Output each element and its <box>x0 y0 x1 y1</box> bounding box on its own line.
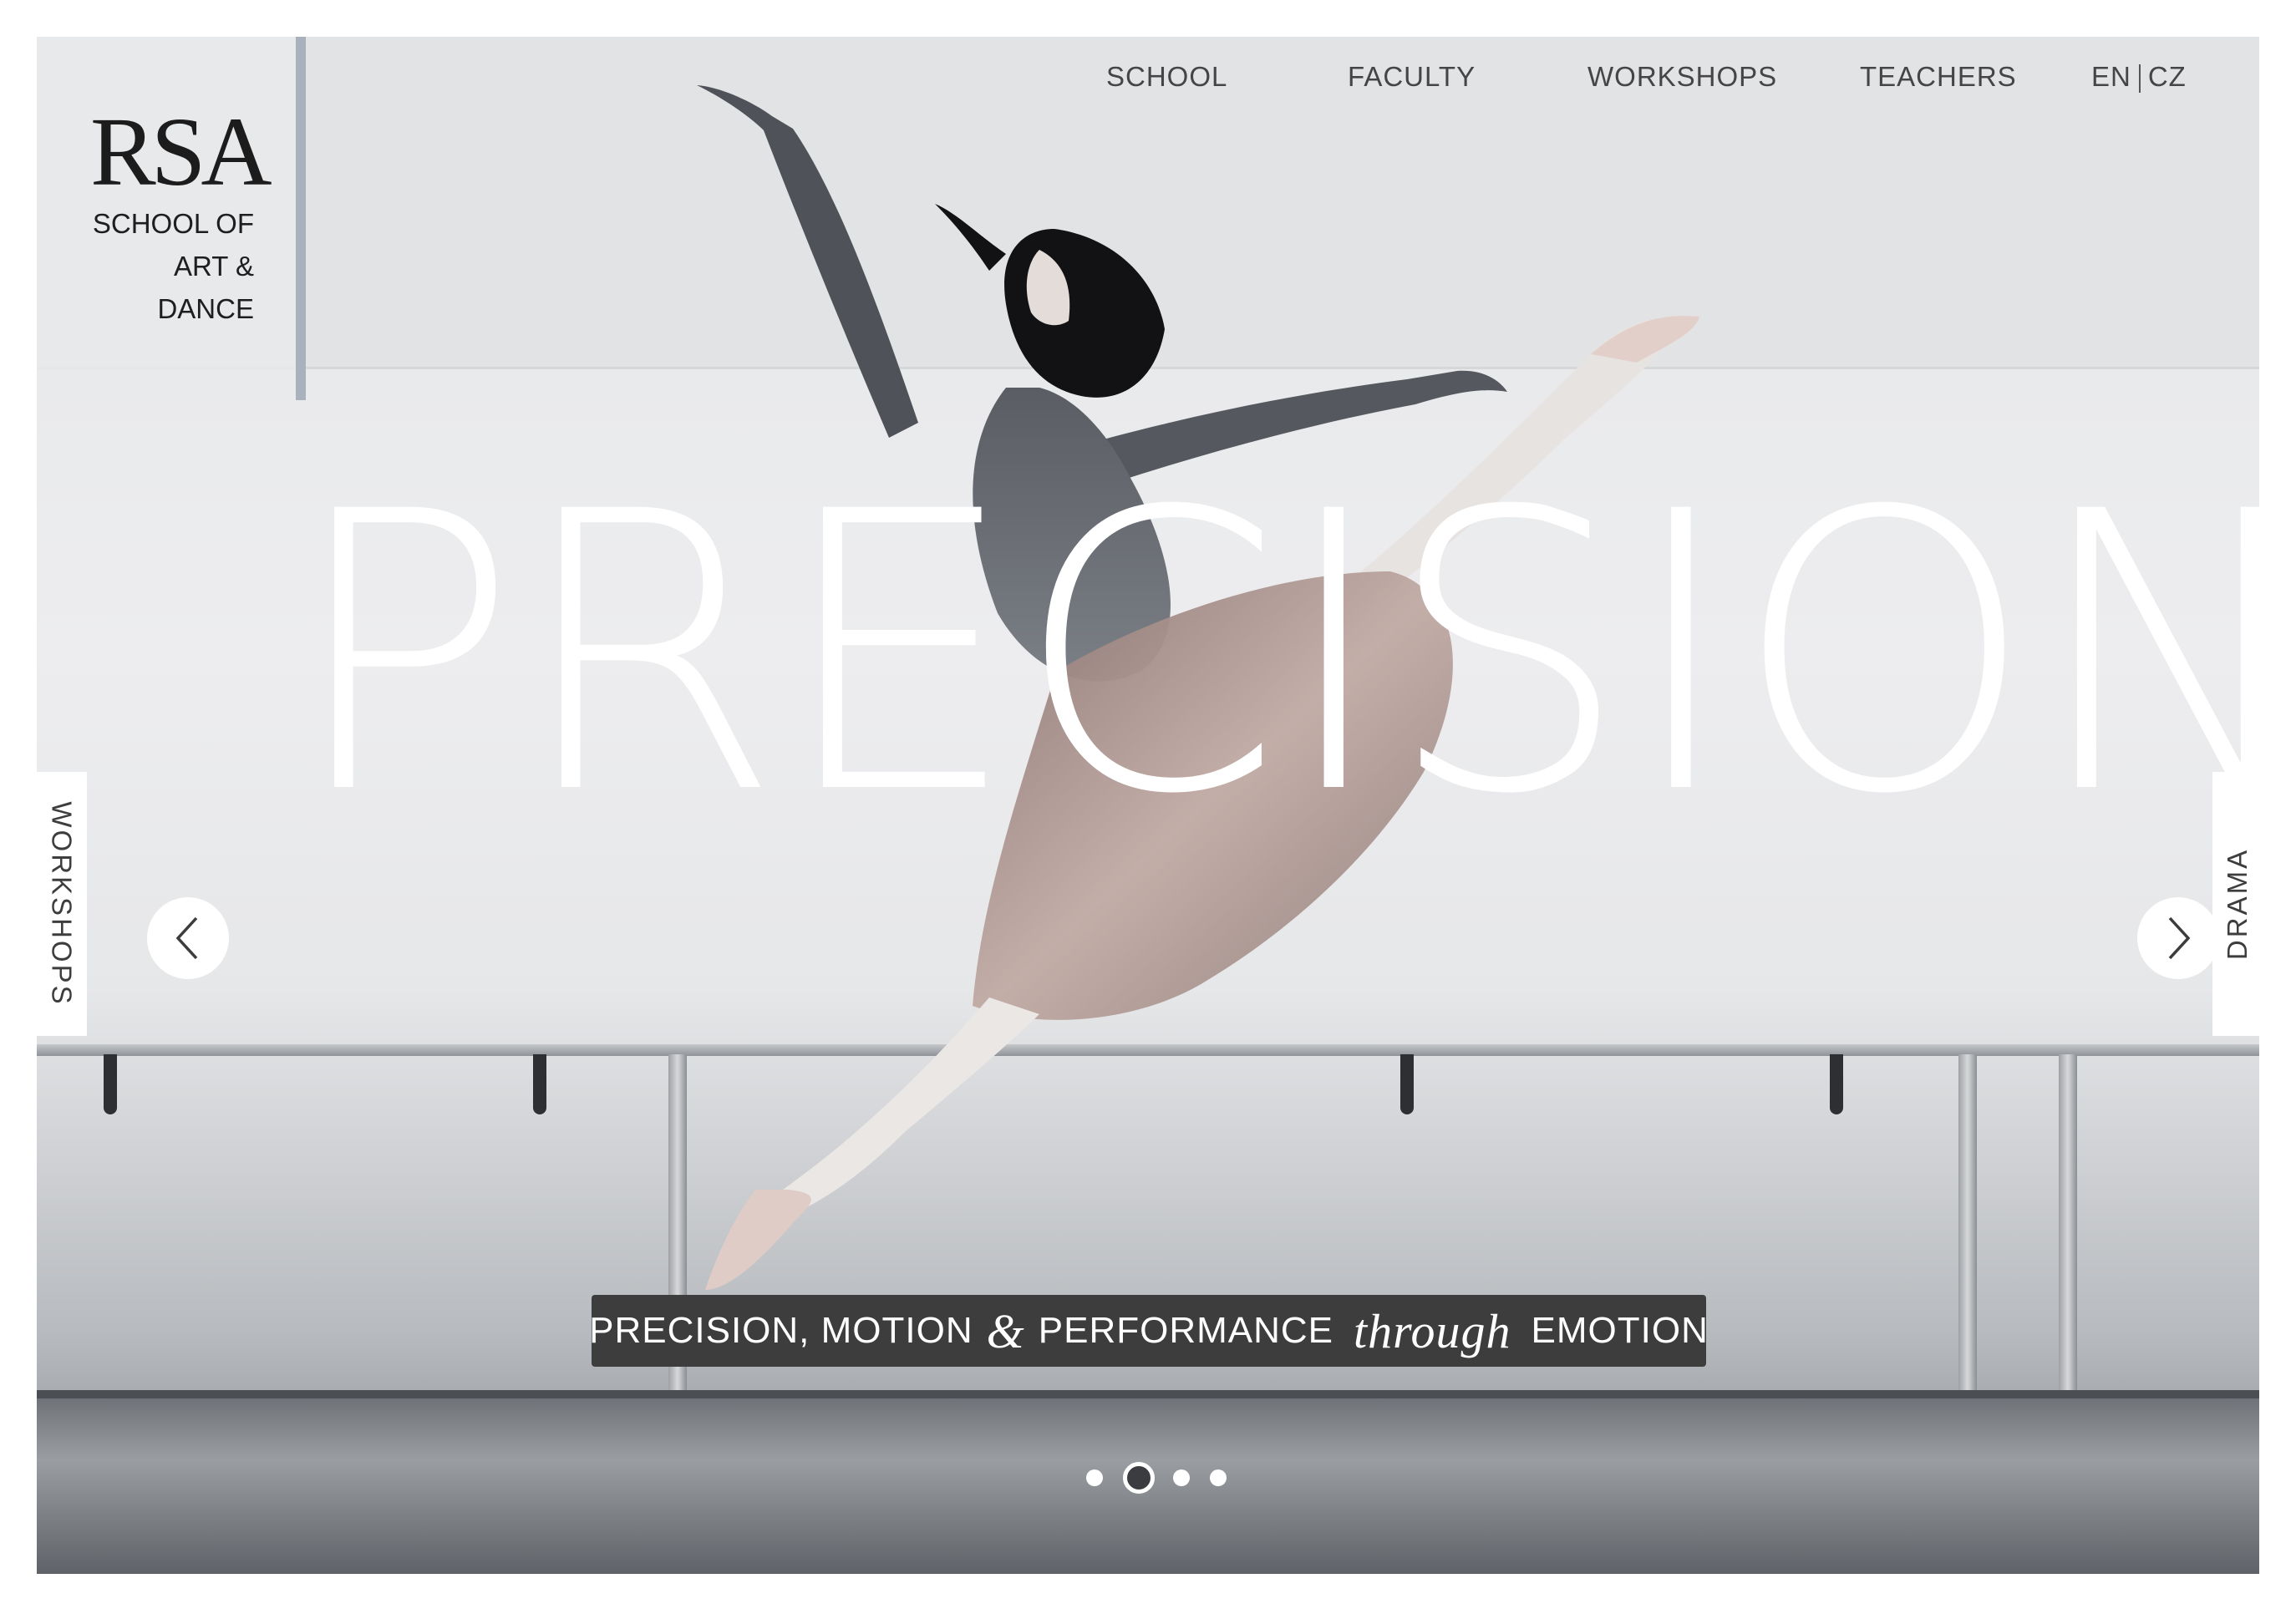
logo-mark: RSA <box>90 97 272 206</box>
carousel-dot-active[interactable] <box>1123 1462 1155 1494</box>
side-tab-label: DRAMA <box>2222 847 2253 961</box>
carousel-dot[interactable] <box>1210 1469 1227 1486</box>
logo-subtitle-line: ART & <box>174 251 254 282</box>
carousel-dot[interactable] <box>1173 1469 1190 1486</box>
logo-subtitle: SCHOOL OF ART & DANCE <box>93 202 254 330</box>
lang-divider <box>2138 64 2141 94</box>
side-tab-workshops[interactable]: WORKSHOPS <box>37 772 87 1036</box>
chevron-left-icon <box>175 916 198 960</box>
chevron-right-icon <box>2168 916 2191 960</box>
logo[interactable]: RSA SCHOOL OF ART & DANCE <box>37 37 306 400</box>
tagline-ampersand: & <box>986 1303 1025 1358</box>
language-switcher: EN CZ <box>2091 61 2187 94</box>
side-tab-drama[interactable]: DRAMA <box>2212 772 2263 1036</box>
prev-slide-button[interactable] <box>147 897 229 979</box>
hero-headline: PRECISION <box>287 431 2259 878</box>
nav-item-school[interactable]: SCHOOL <box>1106 61 1227 93</box>
carousel-dot[interactable] <box>1086 1469 1103 1486</box>
logo-subtitle-line: SCHOOL OF <box>92 208 254 239</box>
hero-tagline: PRECISION, MOTION & PERFORMANCE through … <box>589 1295 1709 1367</box>
nav-item-faculty[interactable]: FACULTY <box>1348 61 1476 93</box>
next-slide-button[interactable] <box>2137 897 2219 979</box>
nav-item-workshops[interactable]: WORKSHOPS <box>1587 61 1777 93</box>
tagline-part: PRECISION, MOTION <box>589 1310 973 1351</box>
tagline-through: through <box>1354 1303 1511 1358</box>
carousel-pagination <box>1086 1462 1227 1494</box>
tagline-part: EMOTION <box>1531 1310 1709 1351</box>
logo-subtitle-line: DANCE <box>157 293 254 324</box>
side-tab-label: WORKSHOPS <box>47 801 79 1007</box>
nav-item-teachers[interactable]: TEACHERS <box>1860 61 2017 93</box>
lang-cz-link[interactable]: CZ <box>2148 61 2187 92</box>
tagline-part: PERFORMANCE <box>1038 1310 1333 1351</box>
lang-en-link[interactable]: EN <box>2091 61 2131 92</box>
